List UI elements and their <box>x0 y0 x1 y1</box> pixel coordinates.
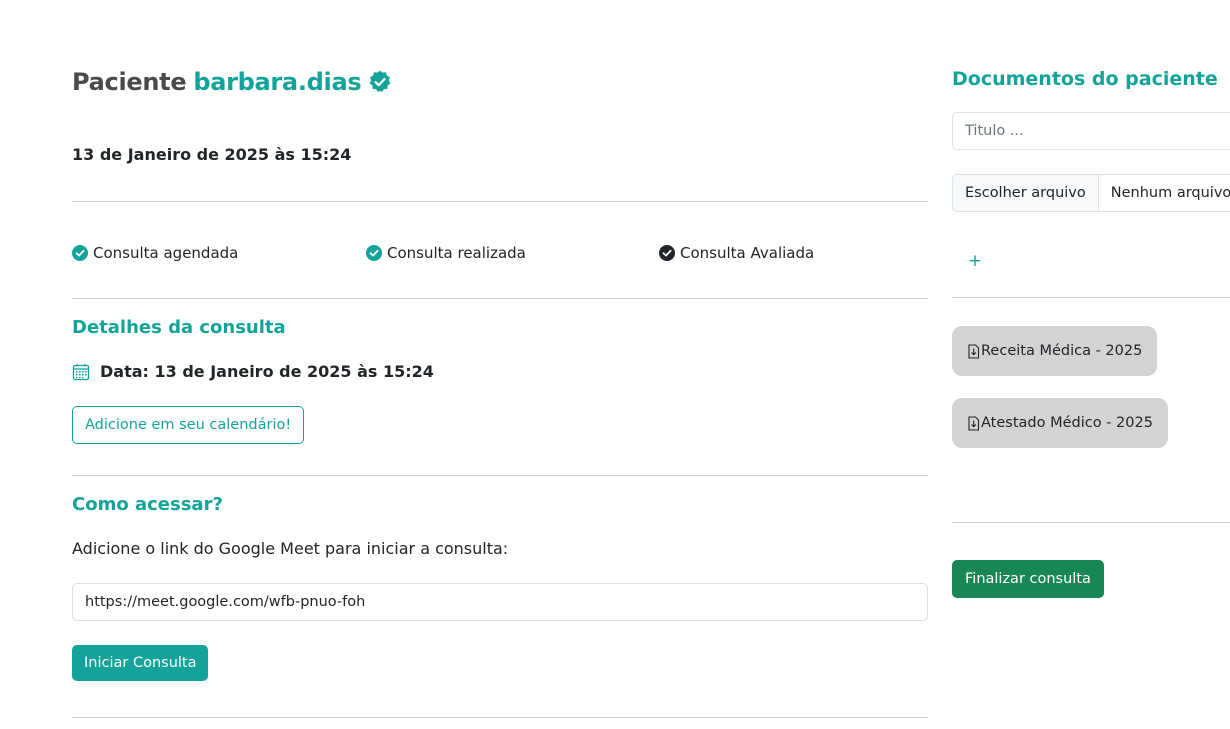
divider <box>72 201 928 202</box>
verified-badge-icon <box>367 69 393 95</box>
choose-file-button[interactable]: Escolher arquivo <box>953 175 1099 211</box>
appointment-datetime: 13 de Janeiro de 2025 às 15:24 <box>72 145 352 164</box>
page: Paciente barbara.dias 13 de Janeiro de 2… <box>0 0 1230 729</box>
consultation-date: Data: 13 de Janeiro de 2025 às 15:24 <box>72 362 434 381</box>
calendar-icon <box>72 363 90 381</box>
access-instruction: Adicione o link do Google Meet para inic… <box>72 539 509 558</box>
divider <box>952 522 1230 523</box>
divider <box>952 297 1230 298</box>
status-step-evaluated: Consulta Avaliada <box>659 244 814 262</box>
document-item-prescription[interactable]: Receita Médica - 2025 <box>952 326 1158 376</box>
add-to-calendar-button[interactable]: Adicione em seu calendário! <box>72 406 305 444</box>
check-circle-icon <box>659 245 675 261</box>
status-step-label: Consulta Avaliada <box>680 244 815 262</box>
divider <box>72 717 928 718</box>
document-item-certificate[interactable]: Atestado Médico - 2025 <box>952 398 1168 448</box>
meet-link-input[interactable] <box>72 583 928 621</box>
status-step-label: Consulta realizada <box>387 244 526 262</box>
status-step-label: Consulta agendada <box>93 244 239 262</box>
documents-panel: Documentos do paciente Escolher arquivo … <box>952 0 1230 729</box>
divider <box>72 475 928 476</box>
download-icon <box>967 343 980 359</box>
finish-consultation-button[interactable]: Finalizar consulta <box>952 560 1104 598</box>
add-document-button[interactable]: + <box>966 250 984 272</box>
status-steps: Consulta agendada Consulta realizada Con… <box>72 244 928 264</box>
consultation-date-text: Data: 13 de Janeiro de 2025 às 15:24 <box>100 362 434 381</box>
status-step-completed: Consulta realizada <box>366 244 526 262</box>
page-title: Paciente barbara.dias <box>72 68 393 96</box>
patient-label: Paciente <box>72 68 187 96</box>
access-section-title: Como acessar? <box>72 494 223 515</box>
download-icon <box>967 415 980 431</box>
file-upload-input[interactable]: Escolher arquivo Nenhum arquivo escolhid… <box>952 174 1230 212</box>
document-item-label: Receita Médica - 2025 <box>981 343 1143 359</box>
divider <box>72 298 928 299</box>
check-circle-icon <box>72 245 88 261</box>
patient-username: barbara.dias <box>193 68 362 96</box>
file-status-text: Nenhum arquivo escolhido <box>1110 185 1230 201</box>
documents-title: Documentos do paciente <box>952 68 1218 90</box>
details-section-title: Detalhes da consulta <box>72 317 286 338</box>
document-item-label: Atestado Médico - 2025 <box>981 415 1153 431</box>
status-step-scheduled: Consulta agendada <box>72 244 238 262</box>
start-consultation-button[interactable]: Iniciar Consulta <box>72 645 209 681</box>
document-title-input[interactable] <box>952 112 1230 150</box>
check-circle-icon <box>366 245 382 261</box>
